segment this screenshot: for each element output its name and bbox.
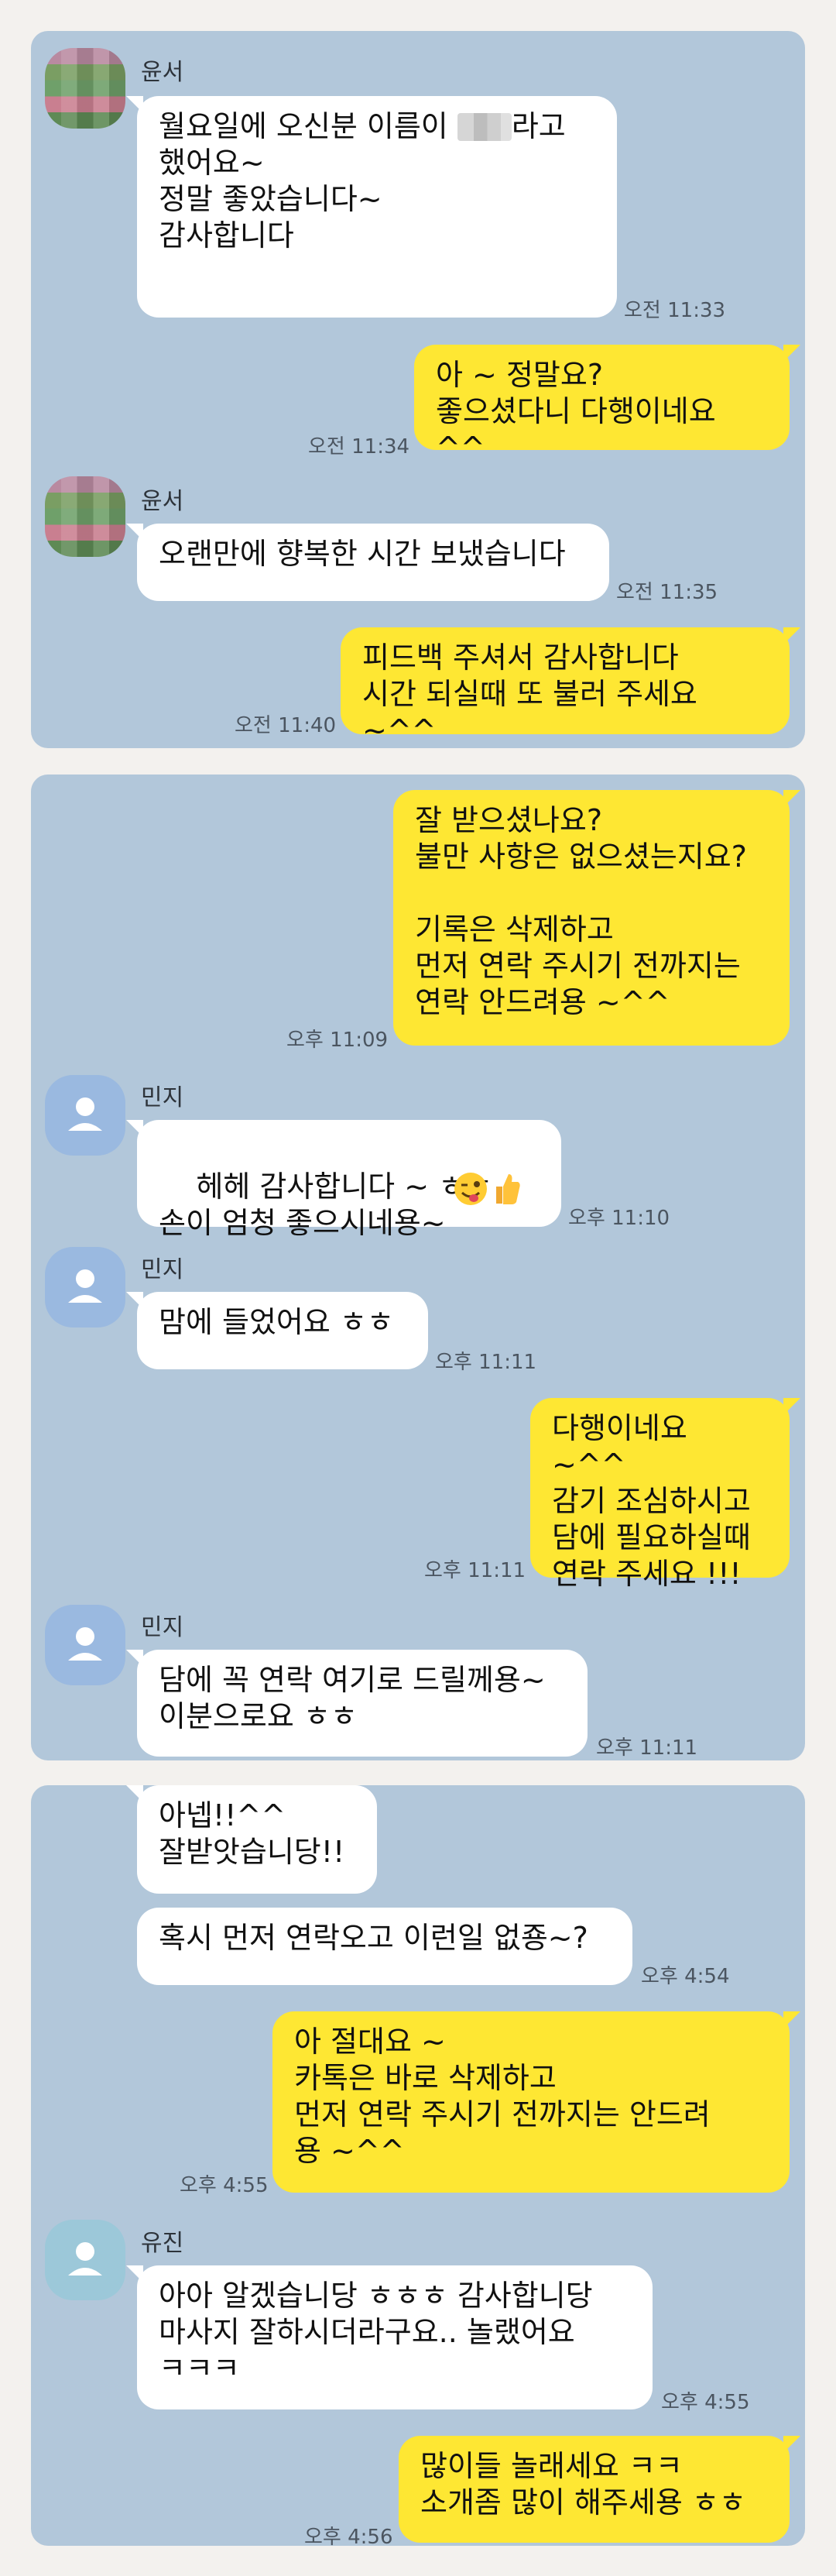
- message-bubble[interactable]: 아아 알겠습니당 ㅎㅎㅎ 감사합니당 마사지 잘하시더라구요.. 놀랬어요 ㅋㅋ…: [126, 2265, 653, 2409]
- person-icon: [68, 2242, 102, 2275]
- sender-name: 유진: [141, 2230, 184, 2257]
- message-bubble[interactable]: 아 절대요 ~ 카톡은 바로 삭제하고 먼저 연락 주시기 전까지는 안드려 용…: [272, 2011, 800, 2193]
- message-bubble[interactable]: 아넵!!^^ 잘받앗습니당!!: [126, 1785, 377, 1894]
- default-avatar[interactable]: [45, 1247, 125, 1327]
- sender-name: 윤서: [141, 488, 184, 515]
- message-bubble[interactable]: 많이들 놀래세요 ㅋㅋ 소개좀 많이 해주세용 ㅎㅎ: [399, 2436, 800, 2543]
- default-avatar[interactable]: [45, 1075, 125, 1156]
- message-text: 라고: [511, 109, 566, 143]
- message-time: 오후 4:55: [180, 2174, 269, 2197]
- message-time: 오후 4:56: [304, 2526, 393, 2549]
- message-time: 오전 11:33: [624, 299, 726, 322]
- message-bubble[interactable]: 맘에 들었어요 ㅎㅎ: [126, 1292, 428, 1369]
- message-text: 월요일에 오신분 이름이: [159, 109, 457, 143]
- default-avatar[interactable]: [45, 1605, 125, 1685]
- message-time: 오후 11:11: [596, 1736, 698, 1760]
- winking-face-icon: [454, 1173, 487, 1205]
- sender-avatar[interactable]: [45, 48, 125, 129]
- message-bubble[interactable]: 혹시 먼저 연락오고 이런일 없죵~?: [137, 1908, 632, 1985]
- sender-avatar[interactable]: [45, 476, 125, 557]
- person-icon: [68, 1627, 102, 1661]
- message-time: 오후 4:54: [641, 1965, 730, 1988]
- message-bubble[interactable]: 잘 받으셨나요? 불만 사항은 없으셨는지요? 기록은 삭제하고 먼저 연락 주…: [393, 790, 800, 1046]
- chat-panel-1: 윤서 월요일에 오신분 이름이 라고 했어요~ 정말 좋았습니다~ 감사합니다 …: [31, 31, 805, 748]
- message-text: 헤헤 감사합니다 ~ ㅎㅎ 손이 엄청 좋으시네용~: [159, 1170, 492, 1240]
- message-time: 오전 11:34: [308, 435, 410, 459]
- message-bubble[interactable]: 담에 꼭 연락 여기로 드릴께용~ 이분으로요 ㅎㅎ: [126, 1650, 588, 1757]
- message-text: 했어요~ 정말 좋았습니다~ 감사합니다: [159, 146, 382, 252]
- chat-panel-3: 아넵!!^^ 잘받앗습니당!! 혹시 먼저 연락오고 이런일 없죵~? 오후 4…: [31, 1785, 805, 2549]
- message-bubble[interactable]: 월요일에 오신분 이름이 라고 했어요~ 정말 좋았습니다~ 감사합니다: [126, 96, 617, 318]
- person-icon: [68, 1097, 102, 1131]
- message-bubble[interactable]: 피드백 주셔서 감사합니다 시간 되실때 또 불러 주세요 ~^^: [341, 627, 800, 747]
- chat-panel-2: 잘 받으셨나요? 불만 사항은 없으셨는지요? 기록은 삭제하고 먼저 연락 주…: [31, 775, 805, 1760]
- message-time: 오후 11:11: [424, 1559, 526, 1582]
- sender-name: 민지: [141, 1256, 184, 1283]
- default-avatar[interactable]: [45, 2220, 125, 2300]
- thumbs-up-icon: [496, 1174, 520, 1204]
- redacted-name: [457, 113, 512, 141]
- message-time: 오후 11:10: [568, 1207, 670, 1230]
- sender-name: 민지: [141, 1614, 184, 1641]
- sender-name: 민지: [141, 1084, 184, 1111]
- message-time: 오전 11:35: [616, 581, 718, 604]
- message-time: 오전 11:40: [235, 714, 337, 737]
- message-time: 오후 4:55: [661, 2391, 750, 2414]
- message-time: 오후 11:11: [435, 1351, 537, 1374]
- message-time: 오후 11:09: [286, 1029, 389, 1052]
- sender-name: 윤서: [141, 59, 184, 86]
- message-bubble[interactable]: 아 ~ 정말요? 좋으셨다니 다행이네요 ^^: [414, 345, 800, 465]
- message-bubble[interactable]: 다행이네요 ~^^ 감기 조심하시고 담에 필요하실때 연락 주세요 !!!: [530, 1398, 800, 1591]
- person-icon: [68, 1269, 102, 1303]
- message-bubble[interactable]: 오랜만에 향복한 시간 보냈습니다: [126, 524, 609, 601]
- message-bubble[interactable]: 헤헤 감사합니다 ~ ㅎㅎ 손이 엄청 좋으시네용~: [126, 1120, 561, 1240]
